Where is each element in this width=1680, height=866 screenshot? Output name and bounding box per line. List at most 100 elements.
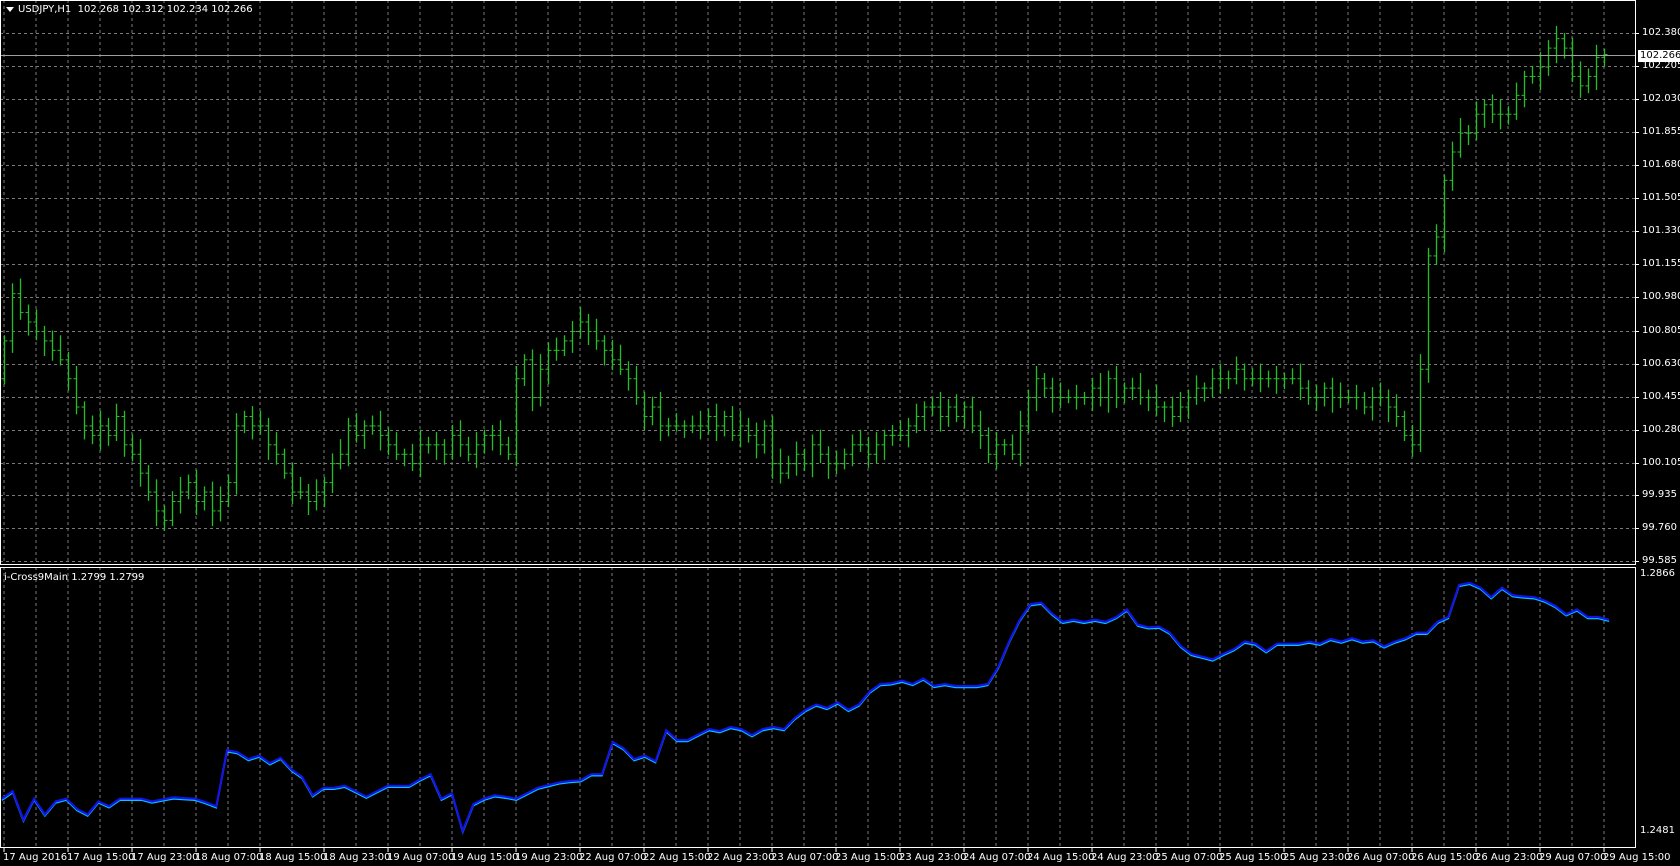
ohlc-bar	[289, 462, 296, 505]
ohlc-bar	[1017, 410, 1024, 467]
time-axis-label: 22 Aug 23:00	[707, 852, 775, 863]
ohlc-bar	[129, 434, 136, 462]
ohlc-bar	[1425, 247, 1432, 383]
ohlc-bar	[1337, 382, 1344, 408]
indicator-signal-line	[1, 583, 1610, 835]
time-axis-label: 22 Aug 07:00	[579, 852, 647, 863]
ohlc-bar	[1385, 389, 1392, 423]
time-axis-label: 23 Aug 23:00	[899, 852, 967, 863]
ohlc-bar	[217, 486, 224, 522]
ohlc-bar	[777, 448, 784, 484]
ohlc-bar	[1217, 363, 1224, 394]
ohlc-bar	[1193, 375, 1200, 405]
price-axis-label: 101.330	[1642, 224, 1680, 236]
grid	[0, 0, 1639, 852]
ohlc-bar	[729, 406, 736, 442]
time-axis-label: 26 Aug 23:00	[1475, 852, 1543, 863]
ohlc-bar	[1225, 370, 1232, 390]
low-value: 102.234	[166, 4, 209, 15]
ohlc-bar	[33, 309, 40, 341]
ohlc-bar	[1, 335, 8, 385]
ohlc-bar	[169, 491, 176, 527]
ohlc-bar	[393, 432, 400, 460]
pane-frames	[0, 0, 1636, 848]
ohlc-bar	[505, 436, 512, 460]
ohlc-bar	[1513, 82, 1520, 120]
ohlc-bar	[1001, 439, 1008, 456]
ohlc-bar	[801, 448, 808, 471]
ohlc-bar	[361, 420, 368, 449]
ohlc-bar	[161, 505, 168, 531]
price-axis-label: 101.155	[1642, 257, 1680, 269]
ohlc-bar	[1489, 94, 1496, 124]
ohlc-bar	[1153, 384, 1160, 416]
time-axis-label: 23 Aug 15:00	[835, 852, 903, 863]
ohlc-bar	[41, 325, 48, 357]
time-axis-label: 25 Aug 23:00	[1283, 852, 1351, 863]
ohlc-bar	[1049, 377, 1056, 413]
dropdown-triangle-icon[interactable]	[6, 6, 14, 12]
close-value: 102.266	[211, 4, 253, 15]
price-axis-label: 99.935	[1642, 488, 1677, 500]
ohlc-bar	[1033, 365, 1040, 412]
ohlc-bar	[17, 278, 24, 320]
ohlc-bar	[929, 396, 936, 416]
ohlc-bar	[105, 417, 112, 446]
ohlc-bar	[881, 429, 888, 460]
ohlc-bar	[833, 450, 840, 475]
ohlc-bar	[1169, 396, 1176, 427]
ohlc-bar	[889, 424, 896, 446]
ohlc-bar	[1497, 99, 1504, 130]
ohlc-bar	[1433, 224, 1440, 265]
ohlc-bar	[561, 335, 568, 357]
price-axis-label: 100.805	[1642, 324, 1680, 336]
ohlc-bar	[1273, 365, 1280, 394]
ohlc-bar	[1369, 387, 1376, 421]
time-axis-label: 19 Aug 15:00	[451, 852, 519, 863]
time-axis-label: 19 Aug 07:00	[387, 852, 455, 863]
ohlc-bar	[873, 432, 880, 464]
time-axis-label: 18 Aug 15:00	[259, 852, 327, 863]
price-axis-label: 100.280	[1642, 423, 1680, 435]
ohlc-bar	[1265, 370, 1272, 388]
ohlc-bar	[1393, 394, 1400, 427]
price-axis-label: 99.760	[1642, 521, 1677, 533]
ohlc-bar	[1585, 68, 1592, 94]
ohlc-bar	[1289, 368, 1296, 385]
ohlc-bar	[65, 351, 72, 391]
ohlc-bar	[329, 453, 336, 493]
ohlc-bar	[1305, 380, 1312, 405]
time-axis-label: 24 Aug 07:00	[963, 852, 1031, 863]
time-axis-label: 17 Aug 2016	[3, 852, 68, 863]
ohlc-bar	[257, 410, 264, 435]
ohlc-bar	[73, 365, 80, 415]
ohlc-bar	[233, 413, 240, 495]
ohlc-bar	[545, 342, 552, 385]
ohlc-bar	[673, 413, 680, 432]
chart-title[interactable]: USDJPY,H1 102.268 102.312 102.234 102.26…	[6, 4, 253, 15]
ohlc-bar	[225, 474, 232, 508]
ohlc-bar	[1105, 370, 1112, 413]
ohlc-bar	[1593, 44, 1600, 90]
ohlc-bar	[985, 427, 992, 464]
ohlc-bar	[617, 344, 624, 375]
ohlc-bar	[1137, 373, 1144, 405]
ohlc-bar	[1145, 389, 1152, 412]
ohlc-bar	[553, 337, 560, 361]
ohlc-bar	[817, 429, 824, 464]
ohlc-bar	[1521, 70, 1528, 108]
ohlc-bar	[1121, 382, 1128, 404]
ohlc-bar	[241, 410, 248, 434]
ohlc-bar	[9, 283, 16, 353]
ohlc-bar	[1545, 40, 1552, 76]
ohlc-bar	[153, 479, 160, 527]
time-axis-label: 25 Aug 15:00	[1219, 852, 1287, 863]
ohlc-bar	[1529, 66, 1536, 84]
ohlc-bar	[1569, 37, 1576, 83]
ohlc-bar	[945, 399, 952, 427]
ohlc-bar	[1177, 391, 1184, 423]
ohlc-bar	[1361, 391, 1368, 415]
time-axis-label: 26 Aug 15:00	[1411, 852, 1479, 863]
ohlc-bar	[273, 432, 280, 465]
chart-canvas[interactable]	[0, 0, 1680, 866]
